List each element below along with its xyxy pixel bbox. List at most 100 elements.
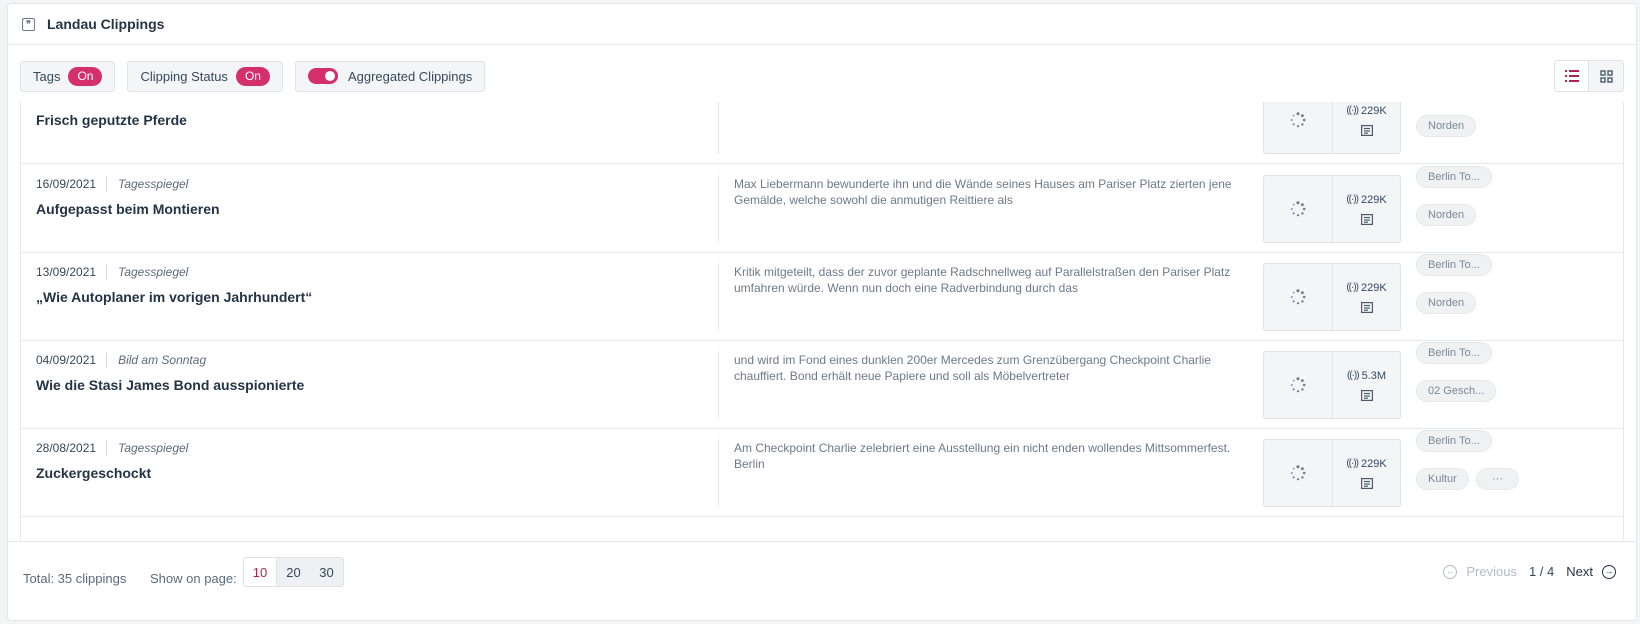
clipping-headline[interactable]: Frisch geputzte Pferde bbox=[36, 112, 187, 128]
clipping-row[interactable]: 13/09/2021 Tagesspiegel „Wie Autoplaner im… bbox=[21, 253, 1623, 341]
previous-label: Previous bbox=[1466, 564, 1517, 579]
clipping-source: Tagesspiegel bbox=[118, 177, 189, 191]
tag-chip[interactable]: Berlin To... bbox=[1416, 342, 1492, 364]
page-indicator: 1 / 4 bbox=[1528, 564, 1555, 579]
clipping-headline[interactable]: Wie die Stasi James Bond ausspionierte bbox=[36, 377, 304, 393]
aggregated-toggle[interactable] bbox=[307, 68, 338, 84]
newspaper-icon bbox=[1360, 124, 1373, 136]
divider bbox=[718, 351, 719, 419]
quote-icon: ❞ bbox=[22, 17, 35, 31]
loading-spinner-icon bbox=[1264, 440, 1333, 506]
tag-chip[interactable]: Norden bbox=[1416, 204, 1477, 226]
more-tags-button[interactable]: ··· bbox=[1476, 468, 1519, 490]
clipping-date: 04/09/2021 bbox=[36, 353, 108, 367]
page-size-30[interactable]: 30 bbox=[310, 558, 343, 586]
view-switch bbox=[1554, 60, 1624, 92]
broadcast-icon: ((·)) bbox=[1346, 370, 1360, 381]
clipping-excerpt: Max Liebermann bewunderte ihn und die Wä… bbox=[734, 177, 1232, 207]
broadcast-icon: ((·)) bbox=[1346, 194, 1359, 205]
clipping-stats: ((·)) 229K bbox=[1263, 102, 1401, 154]
tag-chip[interactable]: Berlin To... bbox=[1416, 254, 1492, 276]
clipping-excerpt: und wird im Fond eines dunklen 200er Mer… bbox=[734, 353, 1211, 383]
clipping-stats: ((·)) 229K bbox=[1263, 263, 1401, 331]
reach-cell: ((·)) 229K bbox=[1333, 264, 1400, 330]
broadcast-icon: ((·)) bbox=[1346, 458, 1359, 469]
reach-value: 229K bbox=[1360, 457, 1387, 470]
filter-toolbar: Tags On Clipping Status On Aggregated Cl… bbox=[20, 60, 1624, 92]
clipping-meta: 28/08/2021 Tagesspiegel bbox=[36, 441, 188, 455]
clipping-status-on-badge: On bbox=[235, 66, 270, 86]
list-view-button[interactable] bbox=[1555, 61, 1589, 91]
clipping-row[interactable]: 04/09/2021 Bild am Sonntag Wie die Stasi J… bbox=[21, 341, 1623, 429]
grid-view-button[interactable] bbox=[1589, 61, 1623, 91]
tag-chip[interactable]: Berlin To... bbox=[1416, 166, 1492, 188]
tags-on-badge: On bbox=[68, 66, 103, 86]
loading-spinner-icon bbox=[1264, 102, 1333, 153]
previous-button[interactable]: ← Previous bbox=[1443, 564, 1517, 579]
list-icon bbox=[1564, 70, 1579, 82]
clipping-headline[interactable]: Zuckergeschockt bbox=[36, 465, 151, 481]
panel-title: Landau Clippings bbox=[47, 16, 165, 32]
total-count: Total: 35 clippings bbox=[23, 571, 127, 586]
broadcast-icon: ((·)) bbox=[1346, 282, 1359, 293]
newspaper-icon bbox=[1360, 477, 1373, 489]
pagination: ← Previous 1 / 4 Next → bbox=[1443, 564, 1616, 579]
clipping-row[interactable]: 28/08/2021 Tagesspiegel Zuckergeschockt Am … bbox=[21, 429, 1623, 517]
reach-cell: ((·)) 5.3M bbox=[1333, 352, 1400, 418]
page-size-20[interactable]: 20 bbox=[277, 558, 310, 586]
page-size-10[interactable]: 10 bbox=[244, 558, 277, 586]
tag-chip[interactable]: Berlin To... bbox=[1416, 430, 1492, 452]
next-button[interactable]: Next → bbox=[1566, 564, 1616, 579]
panel-header: ❞ Landau Clippings bbox=[8, 4, 1636, 45]
reach-value: 229K bbox=[1360, 104, 1387, 117]
divider bbox=[718, 175, 719, 243]
loading-spinner-icon bbox=[1264, 264, 1333, 330]
divider bbox=[718, 102, 719, 154]
tag-chip[interactable]: Norden bbox=[1416, 292, 1477, 314]
clipping-date: 16/09/2021 bbox=[36, 177, 108, 191]
grid-icon bbox=[1599, 69, 1613, 83]
arrow-right-circle-icon: → bbox=[1602, 564, 1616, 579]
next-label: Next bbox=[1566, 564, 1593, 579]
newspaper-icon bbox=[1360, 301, 1373, 313]
clipping-status-label: Clipping Status bbox=[140, 68, 228, 84]
clipping-headline[interactable]: „Wie Autoplaner im vorigen Jahrhundert“ bbox=[36, 289, 312, 305]
reach-cell: ((·)) 229K bbox=[1333, 102, 1400, 153]
tag-chip[interactable]: Kultur bbox=[1416, 468, 1469, 490]
list-footer: Total: 35 clippings Show on page: 10 20 … bbox=[8, 541, 1636, 620]
tag-chip[interactable]: Norden bbox=[1416, 115, 1477, 137]
newspaper-icon bbox=[1360, 389, 1373, 401]
clipping-row[interactable]: Frisch geputzte Pferde die Kulisse des ei… bbox=[21, 102, 1623, 164]
clipping-stats: ((·)) 229K bbox=[1263, 439, 1401, 507]
show-on-page-label: Show on page: bbox=[150, 571, 237, 586]
reach-cell: ((·)) 229K bbox=[1333, 440, 1400, 506]
clipping-stats: ((·)) 5.3M bbox=[1263, 351, 1401, 419]
divider bbox=[718, 439, 719, 507]
clipping-excerpt: Am Checkpoint Charlie zelebriert eine Au… bbox=[734, 441, 1231, 471]
clipping-date: 13/09/2021 bbox=[36, 265, 108, 279]
clipping-stats: ((·)) 229K bbox=[1263, 175, 1401, 243]
page-size-selector: 10 20 30 bbox=[243, 557, 344, 587]
reach-cell: ((·)) 229K bbox=[1333, 176, 1400, 242]
clipping-headline[interactable]: Aufgepasst beim Montieren bbox=[36, 201, 220, 217]
clipping-source: Tagesspiegel bbox=[118, 441, 189, 455]
clippings-panel: ❞ Landau Clippings Tags On Clipping Stat… bbox=[7, 3, 1637, 621]
aggregated-clippings-chip[interactable]: Aggregated Clippings bbox=[294, 60, 486, 92]
clippings-list: Frisch geputzte Pferde die Kulisse des ei… bbox=[20, 102, 1624, 540]
arrow-left-circle-icon: ← bbox=[1443, 564, 1458, 579]
clipping-meta: 04/09/2021 Bild am Sonntag bbox=[36, 353, 206, 367]
clipping-source: Bild am Sonntag bbox=[118, 353, 207, 367]
tags-filter-label: Tags bbox=[33, 68, 61, 84]
tag-chip[interactable]: 02 Gesch... bbox=[1416, 380, 1497, 402]
clipping-excerpt: die Kulisse des einzig erhaltenen Berlin… bbox=[734, 102, 1254, 103]
clipping-meta: 13/09/2021 Tagesspiegel bbox=[36, 265, 188, 279]
reach-value: 229K bbox=[1360, 193, 1387, 206]
clipping-status-chip[interactable]: Clipping Status On bbox=[127, 60, 283, 92]
reach-value: 229K bbox=[1360, 281, 1387, 294]
loading-spinner-icon bbox=[1264, 352, 1333, 418]
tags-filter-chip[interactable]: Tags On bbox=[20, 60, 116, 92]
clipping-meta: 16/09/2021 Tagesspiegel bbox=[36, 177, 188, 191]
clipping-excerpt: Kritik mitgeteilt, dass der zuvor geplan… bbox=[734, 265, 1231, 295]
clipping-row[interactable]: 16/09/2021 Tagesspiegel Aufgepasst beim Mo… bbox=[21, 165, 1623, 253]
aggregated-clippings-label: Aggregated Clippings bbox=[347, 68, 473, 84]
